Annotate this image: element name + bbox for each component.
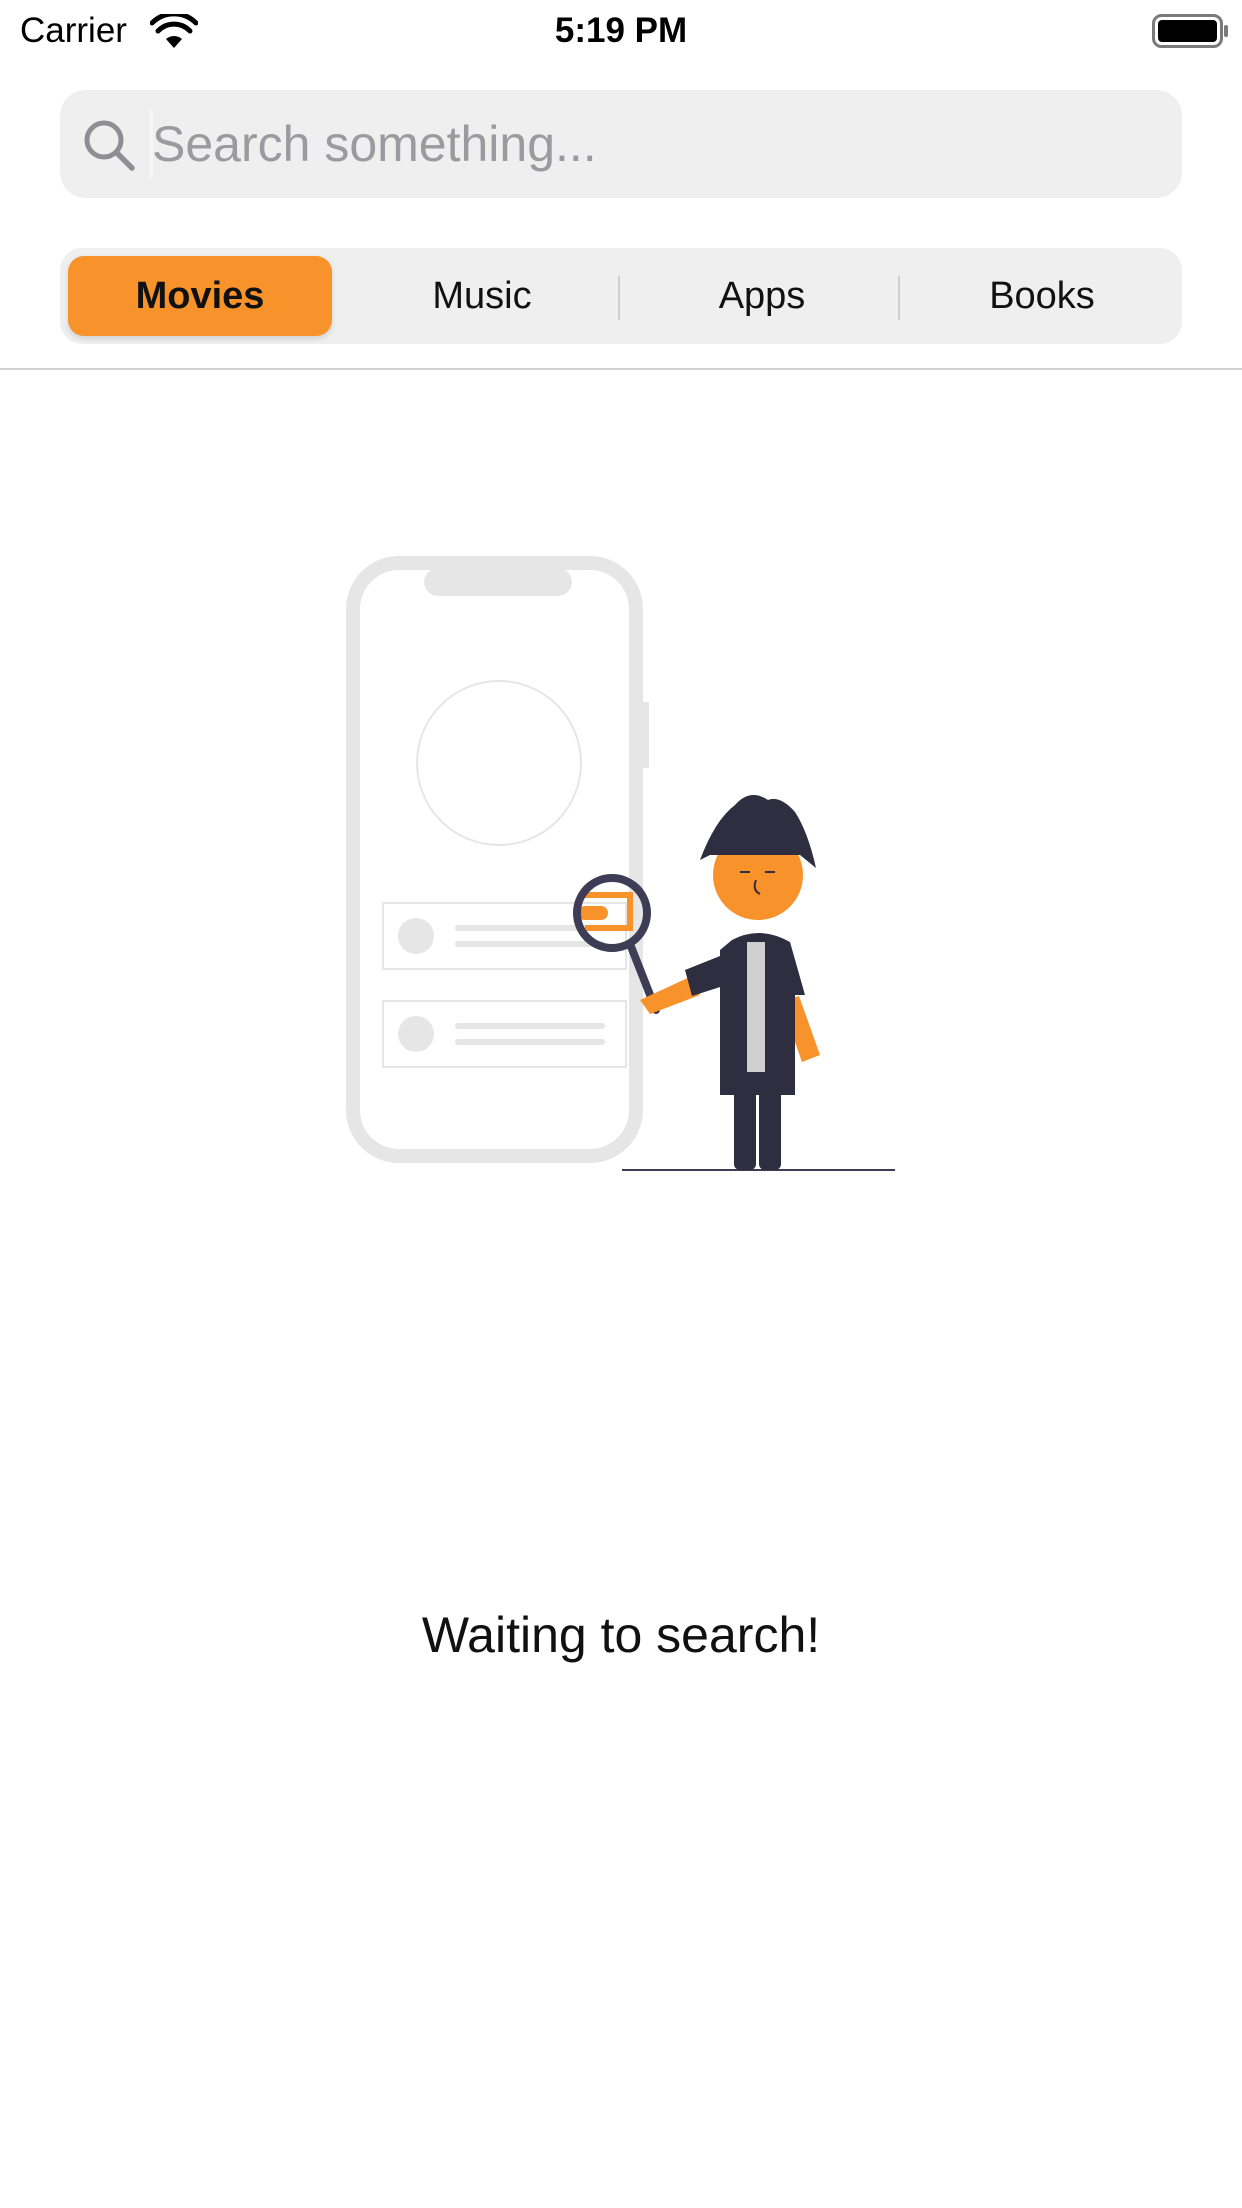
empty-state-message: Waiting to search! [421,1607,821,1663]
status-time: 5:19 PM [554,11,688,50]
segment-apps-label: Apps [718,274,806,317]
header-separator [0,368,1242,370]
status-bar: Carrier 5:19 PM [0,0,1242,62]
search-input[interactable] [152,90,1152,198]
person-with-magnifier-illustration [346,556,895,1171]
segment-books[interactable]: Books [910,256,1174,336]
segment-divider [618,276,620,320]
segment-movies-label: Movies [135,274,265,317]
segment-apps[interactable]: Apps [630,256,894,336]
battery-icon [1152,14,1228,48]
segment-books-label: Books [989,274,1095,317]
search-icon [84,120,135,171]
segment-music[interactable]: Music [350,256,614,336]
segment-divider [898,276,900,320]
category-segmented-control: Movies Music Apps Books [60,248,1182,344]
segment-music-label: Music [432,274,532,317]
segment-movies[interactable]: Movies [68,256,332,336]
search-bar[interactable] [60,90,1182,198]
